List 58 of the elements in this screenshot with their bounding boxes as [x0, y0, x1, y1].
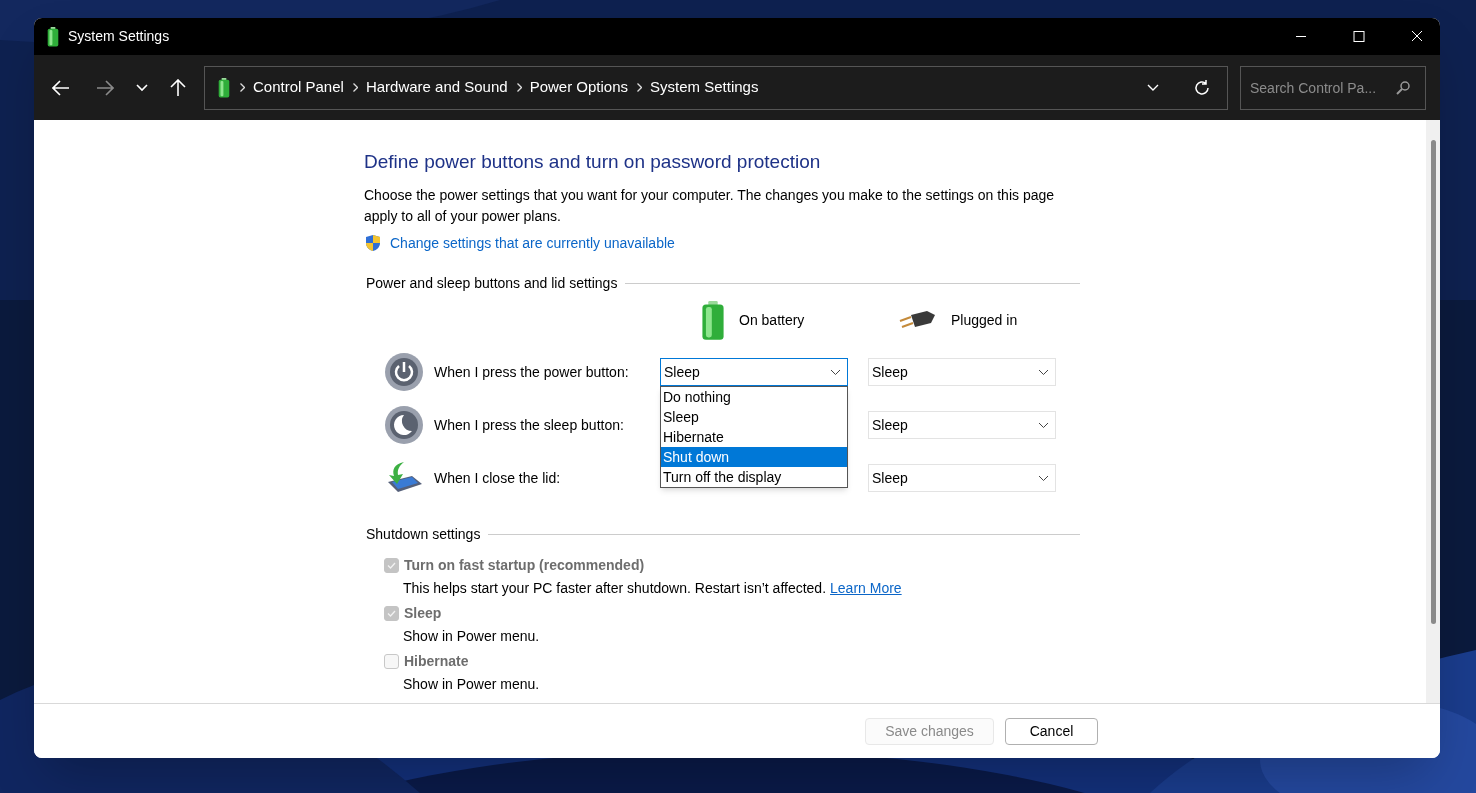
- chevron-right-icon: [637, 83, 643, 92]
- page-heading: Define power buttons and turn on password protection: [364, 150, 822, 174]
- setting-label: When I press the sleep button:: [434, 415, 625, 435]
- breadcrumb-link[interactable]: Control Panel: [253, 76, 344, 99]
- option-description: This helps start your PC faster after shutdown. Restart isn’t affected.: [403, 578, 827, 598]
- section-title: Power and sleep buttons and lid settings: [365, 273, 618, 293]
- back-icon[interactable]: [52, 79, 70, 96]
- chevron-right-icon: [516, 83, 522, 92]
- check-icon: [387, 562, 396, 569]
- dropdown-option[interactable]: Turn off the display: [661, 466, 847, 487]
- chevron-down-icon: [1038, 421, 1049, 429]
- checkbox-label: Sleep: [404, 604, 442, 623]
- breadcrumb-link[interactable]: Hardware and Sound: [365, 76, 508, 99]
- dropdown[interactable]: Sleep: [868, 464, 1056, 492]
- option-description: Show in Power menu.: [403, 674, 540, 694]
- scrollbar-thumb[interactable]: [1430, 140, 1436, 624]
- power-icon: [384, 352, 424, 392]
- column-label: Plugged in: [951, 311, 1018, 330]
- breadcrumb-link[interactable]: Power Options: [529, 76, 629, 99]
- battery-icon: [46, 26, 60, 47]
- chevron-down-icon: [1038, 368, 1049, 376]
- dropdown[interactable]: Sleep: [868, 358, 1056, 386]
- scrollbar[interactable]: [1426, 120, 1440, 703]
- breadcrumb-link[interactable]: System Settings: [650, 76, 759, 99]
- chevron-down-icon[interactable]: [1147, 83, 1159, 92]
- battery-icon: [701, 300, 725, 341]
- refresh-icon[interactable]: [1193, 78, 1211, 97]
- address-bar[interactable]: Control Panel Hardware and Sound Power Options System Settings: [204, 65, 1228, 110]
- check-icon: [387, 610, 396, 617]
- section-title: Shutdown settings: [365, 524, 481, 544]
- dropdown[interactable]: Sleep: [868, 411, 1056, 439]
- description-text: Choose the power settings that you want for your computer. The changes you make to the settings on this page apply to all of your power plans.: [364, 185, 1056, 226]
- checkbox-label: Turn on fast startup (recommended): [404, 556, 645, 575]
- dropdown-option[interactable]: Shut down: [661, 446, 847, 467]
- dropdown-option[interactable]: Hibernate: [661, 426, 847, 447]
- shield-icon: [364, 234, 382, 252]
- cancel-button[interactable]: Cancel: [1005, 717, 1098, 745]
- search-field[interactable]: Search Control Pa...: [1240, 65, 1426, 110]
- chevron-down-icon[interactable]: [136, 83, 148, 92]
- setting-label: When I close the lid:: [434, 468, 562, 488]
- admin-link[interactable]: Change settings that are currently unavailable: [390, 232, 675, 254]
- chevron-down-icon: [830, 368, 841, 376]
- column-label: On battery: [739, 311, 805, 330]
- dropdown[interactable]: Sleep: [660, 358, 848, 386]
- up-icon[interactable]: [170, 78, 186, 97]
- battery-icon: [217, 77, 231, 98]
- chevron-down-icon: [1038, 474, 1049, 482]
- search-icon: [1396, 80, 1410, 95]
- checkbox-label: Hibernate: [404, 652, 469, 671]
- forward-icon[interactable]: [96, 79, 114, 96]
- dropdown-option[interactable]: Do nothing: [661, 386, 847, 407]
- moon-icon: [384, 405, 424, 445]
- dropdown-option[interactable]: Sleep: [661, 406, 847, 427]
- option-description: Show in Power menu.: [403, 626, 540, 646]
- chevron-right-icon: [352, 83, 358, 92]
- chevron-right-icon: [240, 83, 245, 92]
- setting-label: When I press the power button:: [434, 362, 630, 382]
- window-title: System Settings: [68, 27, 170, 46]
